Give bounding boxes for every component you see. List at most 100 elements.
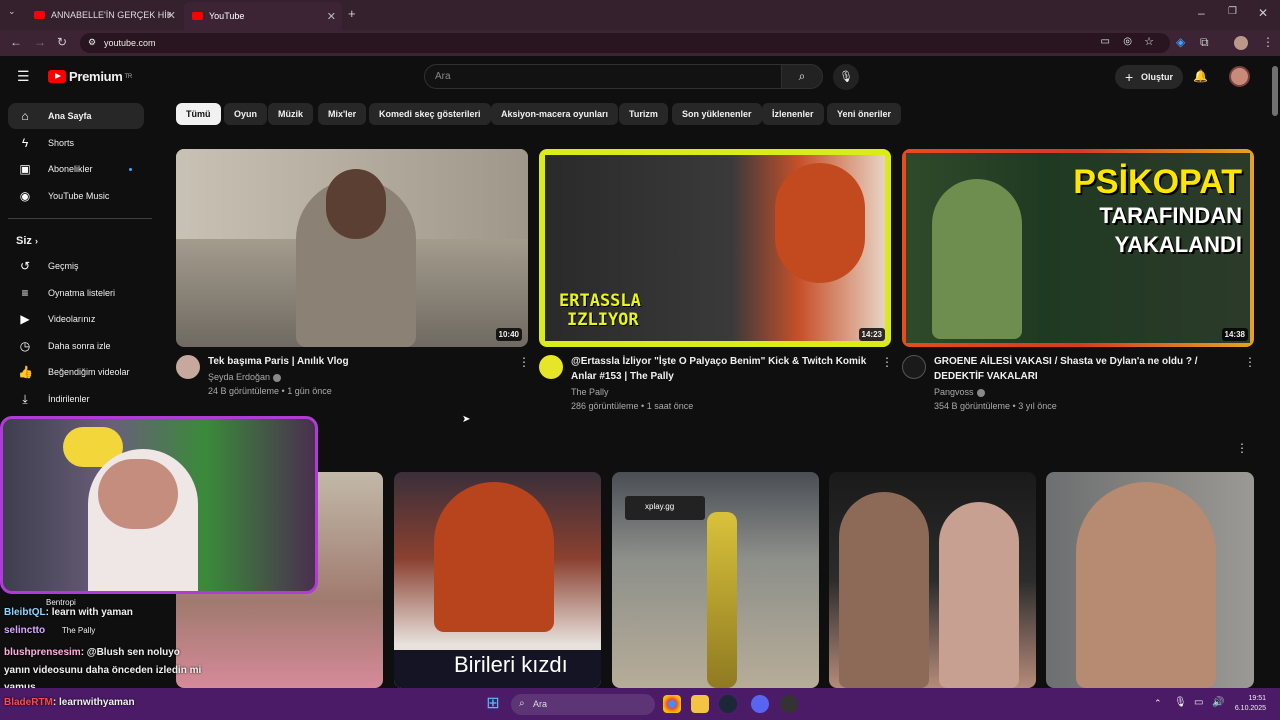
- page-scrollbar[interactable]: [1270, 56, 1280, 688]
- channel-name[interactable]: The Pally: [571, 387, 609, 397]
- chat-message: BleibtQL: learn with yaman: [4, 607, 133, 618]
- youtube-premium-logo[interactable]: Premium TR: [48, 69, 132, 84]
- obs-icon[interactable]: [780, 695, 798, 713]
- new-tab-icon[interactable]: +: [348, 6, 356, 21]
- minimize-icon[interactable]: –: [1198, 6, 1205, 20]
- chip-mixes[interactable]: Mix'ler: [318, 103, 367, 125]
- chevron-right-icon: ›: [34, 236, 38, 246]
- forward-icon[interactable]: →: [34, 35, 46, 49]
- notifications-bell-icon[interactable]: 🔔: [1193, 69, 1208, 83]
- sidebar-item-downloads[interactable]: ⤓ İndirilenler: [8, 386, 144, 412]
- search-input[interactable]: Ara: [424, 64, 782, 89]
- your-videos-icon: ▶: [20, 312, 30, 326]
- show-hidden-icons-icon[interactable]: ⌃: [1154, 698, 1162, 709]
- history-icon: ↺: [19, 259, 31, 273]
- account-avatar[interactable]: [1229, 66, 1250, 87]
- network-icon[interactable]: ▭: [1194, 697, 1203, 708]
- short-thumbnail[interactable]: [829, 472, 1036, 688]
- profile-avatar-icon[interactable]: [1234, 36, 1248, 50]
- hamburger-menu-icon[interactable]: ☰: [17, 68, 30, 85]
- like-icon: 👍: [18, 365, 33, 379]
- video-meta: 286 görüntüleme • 1 saat önce: [571, 401, 694, 411]
- sidebar-you-heading[interactable]: Siz ›: [16, 235, 38, 247]
- youtube-header: ☰ Premium TR Ara ⌕ 🎙 + Oluştur 🔔: [0, 56, 1280, 98]
- video-title[interactable]: GROENE AİLESİ VAKASI / Shasta ve Dylan'a…: [934, 354, 1234, 384]
- sidebar-item-shorts[interactable]: ϟ Shorts: [8, 130, 144, 156]
- chip-tourism[interactable]: Turizm: [619, 103, 668, 125]
- discord-icon[interactable]: [751, 695, 769, 713]
- sidebar-item-your-videos[interactable]: ▶ Videolarınız: [8, 306, 144, 332]
- scrollbar-thumb[interactable]: [1272, 66, 1278, 116]
- reload-icon[interactable]: ↻: [57, 35, 67, 49]
- system-clock[interactable]: 19:51 6.10.2025: [1235, 694, 1266, 714]
- chip-action-adventure[interactable]: Aksiyon-macera oyunları: [491, 103, 619, 125]
- channel-avatar[interactable]: [539, 355, 563, 379]
- short-thumbnail[interactable]: [1046, 472, 1254, 688]
- search-button[interactable]: ⌕: [781, 64, 823, 89]
- sidebar-item-playlists[interactable]: ≡ Oynatma listeleri: [8, 280, 144, 306]
- eye-off-icon[interactable]: ◎: [1123, 36, 1132, 47]
- tab-search-icon[interactable]: ⌄: [8, 6, 16, 17]
- sidebar-item-youtube-music[interactable]: ◉ YouTube Music: [8, 183, 144, 209]
- bookmark-star-icon[interactable]: ☆: [1144, 35, 1154, 48]
- sidebar-item-watch-later[interactable]: ◷ Daha sonra izle: [8, 333, 144, 359]
- file-explorer-icon[interactable]: [691, 695, 709, 713]
- video-title[interactable]: @Ertassla İzliyor "İşte O Palyaço Benim"…: [571, 354, 871, 384]
- short-thumbnail[interactable]: Birileri kızdı: [394, 472, 601, 688]
- microphone-tray-icon[interactable]: 🎙: [1174, 697, 1187, 708]
- windows-taskbar: BladeRTM: learnwithyaman ⊞ ⌕ Ara ⌃ 🎙 ▭ 🔊…: [0, 688, 1280, 720]
- thumbnail-person: [932, 179, 1022, 339]
- chip-all[interactable]: Tümü: [176, 103, 221, 125]
- sidebar-item-liked-videos[interactable]: 👍 Beğendiğim videolar: [8, 359, 144, 385]
- short-thumbnail[interactable]: xplay.gg: [612, 472, 819, 688]
- sidebar-item-history[interactable]: ↺ Geçmiş: [8, 253, 144, 279]
- close-tab-icon[interactable]: ✕: [167, 9, 176, 22]
- stream-chat-overlay: Bentropi BleibtQL: learn with yaman seli…: [0, 585, 210, 695]
- chip-new-suggestions[interactable]: Yeni öneriler: [827, 103, 902, 125]
- chrome-icon[interactable]: [663, 695, 681, 713]
- extensions-puzzle-icon[interactable]: ⧉: [1200, 35, 1209, 50]
- video-thumbnail[interactable]: 10:40: [176, 149, 528, 347]
- restore-icon[interactable]: ❐: [1228, 6, 1237, 17]
- more-options-icon[interactable]: ⋮: [1244, 355, 1256, 369]
- chip-games[interactable]: Oyun: [224, 103, 268, 125]
- video-title[interactable]: Tek başıma Paris | Anılık Vlog: [208, 354, 508, 369]
- sidebar-item-home[interactable]: ⌂ Ana Sayfa: [8, 103, 144, 129]
- chip-comedy[interactable]: Komedi skeç gösterileri: [369, 103, 491, 125]
- url-field[interactable]: ⚙ youtube.com ▭ ◎ ☆: [80, 33, 1170, 53]
- chip-recent[interactable]: Son yüklenenler: [672, 103, 762, 125]
- video-thumbnail[interactable]: ERTASSLA IZLIYOR 14:23: [539, 149, 891, 347]
- more-options-icon[interactable]: ⋮: [881, 355, 893, 369]
- mouse-cursor-icon: ➤: [462, 414, 471, 425]
- taskbar-search[interactable]: ⌕ Ara: [511, 694, 655, 715]
- shorts-more-options-icon[interactable]: ⋮: [1236, 441, 1248, 455]
- video-thumbnail[interactable]: PSİKOPAT TARAFINDAN YAKALANDI 14:38: [902, 149, 1254, 347]
- windows-start-icon[interactable]: ⊞: [484, 695, 502, 713]
- close-tab-icon[interactable]: ✕: [327, 10, 336, 23]
- browser-menu-icon[interactable]: ⋮: [1262, 35, 1274, 49]
- video-meta: 24 B görüntüleme • 1 gün önce: [208, 386, 332, 396]
- channel-avatar[interactable]: [902, 355, 926, 379]
- site-info-icon[interactable]: ⚙: [88, 37, 96, 48]
- more-options-icon[interactable]: ⋮: [518, 355, 530, 369]
- channel-name[interactable]: Pangvoss: [934, 387, 985, 397]
- extension-icon[interactable]: ◈: [1176, 35, 1185, 49]
- browser-tab-annabelle[interactable]: ANNABELLE'İN GERÇEK HİKAYESİ ✕: [26, 4, 182, 26]
- chip-music[interactable]: Müzik: [268, 103, 314, 125]
- thumbnail-person: [775, 163, 865, 283]
- chip-watched[interactable]: İzlenenler: [762, 103, 824, 125]
- steam-icon[interactable]: [719, 695, 737, 713]
- browser-tab-youtube[interactable]: YouTube ✕: [184, 2, 342, 30]
- close-window-icon[interactable]: ✕: [1258, 6, 1268, 20]
- thumbnail-person: [939, 502, 1019, 688]
- sidebar-item-subscriptions[interactable]: ▣ Abonelikler: [8, 156, 144, 182]
- voice-search-button[interactable]: 🎙: [833, 64, 859, 90]
- verified-icon: [976, 388, 985, 397]
- cast-icon[interactable]: ▭: [1101, 36, 1110, 47]
- volume-icon[interactable]: 🔊: [1212, 697, 1224, 708]
- channel-avatar[interactable]: [176, 355, 200, 379]
- back-icon[interactable]: ←: [10, 35, 22, 49]
- create-button[interactable]: + Oluştur: [1115, 65, 1183, 89]
- shorts-icon: ϟ: [21, 136, 29, 150]
- channel-name[interactable]: Şeyda Erdoğan: [208, 372, 282, 382]
